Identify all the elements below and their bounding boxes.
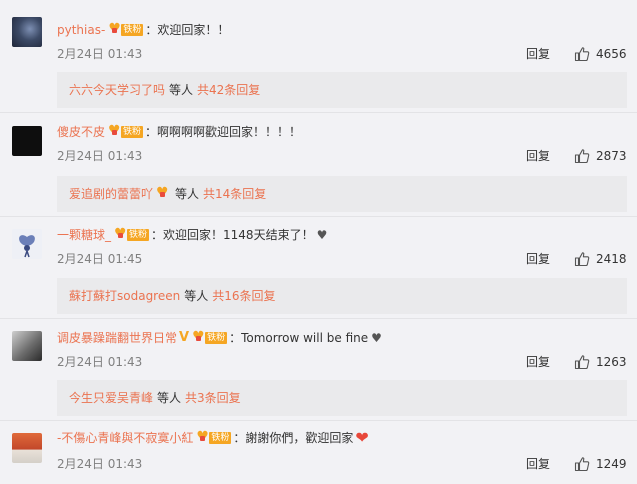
divider	[0, 112, 637, 113]
comment-line: pythias- 铁粉 ：欢迎回家！！	[57, 22, 229, 38]
heart-emoji-icon: ♥	[371, 331, 382, 345]
comment-username[interactable]: -不傷心青峰與不寂寞小紅	[57, 430, 193, 446]
avatar[interactable]	[12, 229, 42, 259]
reply-summary-text: 等人	[184, 289, 209, 303]
heart-emoji-icon: ♥	[316, 228, 328, 242]
divider	[0, 420, 637, 421]
like-button[interactable]: 2418	[574, 251, 627, 267]
fan-badge[interactable]: 铁粉	[192, 331, 228, 345]
comment-time: 2月24日 01:43	[57, 355, 143, 369]
divider	[0, 216, 637, 217]
like-count: 1263	[596, 355, 627, 369]
comment-text: ：Tomorrow will be fine	[229, 331, 369, 345]
vip-v-icon: V	[179, 330, 190, 345]
fan-heart-icon	[108, 125, 121, 139]
reply-summary-text: 等人	[169, 83, 194, 97]
fan-heart-icon	[192, 331, 205, 345]
like-button[interactable]: 1249	[574, 456, 627, 472]
reply-summary-count[interactable]: 共3条回复	[185, 380, 241, 416]
like-button[interactable]: 1263	[574, 354, 627, 370]
thumbs-up-icon	[574, 457, 590, 472]
fan-badge[interactable]: 铁粉	[108, 125, 144, 139]
avatar[interactable]	[12, 433, 42, 463]
comment-time: 2月24日 01:45	[57, 252, 143, 266]
fan-badge[interactable]: 铁粉	[108, 23, 144, 37]
avatar[interactable]	[12, 126, 42, 156]
comment-time: 2月24日 01:43	[57, 149, 143, 163]
reply-summary[interactable]: 蘇打蘇打sodagreen 等人 共16条回复	[57, 278, 627, 314]
avatar[interactable]	[12, 17, 42, 47]
fan-badge[interactable]: 铁粉	[196, 431, 232, 445]
reply-button[interactable]: 回复	[526, 456, 550, 472]
fan-heart-icon	[156, 187, 169, 201]
avatar[interactable]	[12, 331, 42, 361]
divider	[0, 318, 637, 319]
comment-line: 一颗糖球_ 铁粉 ：欢迎回家！1148天结束了！ ♥	[57, 227, 327, 243]
comment-time: 2月24日 01:43	[57, 47, 143, 61]
comment-username[interactable]: pythias-	[57, 22, 105, 38]
thumbs-up-icon	[574, 355, 590, 370]
reply-summary-user[interactable]: 爱追剧的蕾蕾吖	[69, 176, 153, 212]
comment-time: 2月24日 01:43	[57, 457, 143, 471]
fan-heart-icon	[108, 23, 121, 37]
thumbs-up-icon	[574, 149, 590, 164]
fan-badge[interactable]: 铁粉	[114, 228, 150, 242]
reply-summary[interactable]: 爱追剧的蕾蕾吖 等人 共14条回复	[57, 176, 627, 212]
reply-summary[interactable]: 今生只爱吴青峰 等人 共3条回复	[57, 380, 627, 416]
comment-text: ：啊啊啊啊歡迎回家！！！！	[145, 125, 302, 139]
heart-emoji-icon: ❤	[355, 428, 369, 447]
comment-username[interactable]: 一颗糖球_	[57, 227, 111, 243]
thumbs-up-icon	[574, 252, 590, 267]
reply-button[interactable]: 回复	[526, 148, 550, 164]
comment-username[interactable]: 调皮暴躁踹翻世界日常	[57, 330, 177, 346]
reply-summary-user[interactable]: 蘇打蘇打sodagreen	[69, 278, 180, 314]
comment-line: 傻皮不皮 铁粉 ：啊啊啊啊歡迎回家！！！！	[57, 124, 301, 140]
like-button[interactable]: 4656	[574, 46, 627, 62]
like-count: 1249	[596, 457, 627, 471]
comment-line: 调皮暴躁踹翻世界日常 V 铁粉 ：Tomorrow will be fine ♥	[57, 330, 382, 346]
reply-button[interactable]: 回复	[526, 251, 550, 267]
comment-line: -不傷心青峰與不寂寞小紅 铁粉 ：謝謝你們，歡迎回家 ❤	[57, 430, 369, 446]
reply-summary-user[interactable]: 今生只爱吴青峰	[69, 380, 153, 416]
reply-summary-text: 等人	[175, 187, 200, 201]
like-button[interactable]: 2873	[574, 148, 627, 164]
fairy-avatar-icon	[19, 235, 35, 258]
reply-button[interactable]: 回复	[526, 354, 550, 370]
reply-summary-count[interactable]: 共14条回复	[203, 176, 266, 212]
reply-summary[interactable]: 六六今天学习了吗 等人 共42条回复	[57, 72, 627, 108]
like-count: 2418	[596, 252, 627, 266]
thumbs-up-icon	[574, 47, 590, 62]
fan-heart-icon	[114, 228, 127, 242]
comment-text: ：謝謝你們，歡迎回家	[233, 431, 354, 445]
comment-text: ：欢迎回家！1148天结束了！	[151, 228, 314, 242]
reply-summary-text: 等人	[157, 391, 182, 405]
reply-summary-count[interactable]: 共16条回复	[212, 278, 275, 314]
comment-text: ：欢迎回家！！	[145, 23, 230, 37]
reply-button[interactable]: 回复	[526, 46, 550, 62]
fan-badge	[156, 187, 169, 201]
reply-summary-user[interactable]: 六六今天学习了吗	[69, 72, 165, 108]
like-count: 2873	[596, 149, 627, 163]
fan-heart-icon	[196, 431, 209, 445]
like-count: 4656	[596, 47, 627, 61]
comment-username[interactable]: 傻皮不皮	[57, 124, 105, 140]
reply-summary-count[interactable]: 共42条回复	[197, 72, 260, 108]
